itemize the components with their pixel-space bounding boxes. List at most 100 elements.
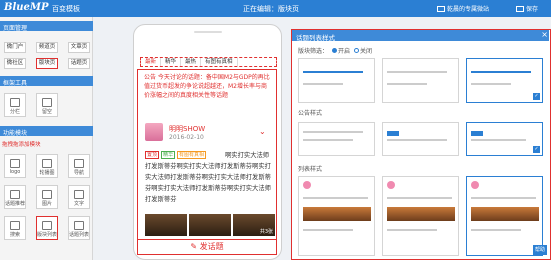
app-title: 百变模板	[52, 5, 80, 13]
save-button[interactable]: 保存	[516, 4, 538, 13]
radio-on-icon	[332, 48, 338, 53]
help-button[interactable]: 帮助	[533, 245, 547, 255]
tool-blank[interactable]: 留空	[36, 93, 58, 117]
list-style-card-3[interactable]	[466, 176, 543, 256]
card-line	[303, 83, 343, 85]
page-btn-channel[interactable]: 频道页	[36, 42, 58, 53]
tab-style-card-3[interactable]: ✓	[466, 58, 543, 103]
search-icon	[10, 221, 20, 230]
tool-blank-label: 留空	[41, 109, 52, 115]
page-mgmt-title: 页面管理	[0, 21, 93, 32]
tab-style-card-1[interactable]	[298, 58, 375, 103]
tool-columns-label: 分栏	[9, 109, 20, 115]
tab-featured[interactable]: 精华	[161, 58, 182, 66]
page-btn-board[interactable]: 版块页	[36, 58, 58, 69]
publish-topic-button[interactable]: ✎ 发话题	[137, 239, 277, 252]
card-line	[387, 71, 447, 73]
card-thumb	[387, 207, 455, 221]
top-bar: BlueMP 百变模板 正在编辑：版块页 乾晨的专属微站 保存	[0, 0, 551, 17]
card-avatar	[387, 181, 395, 189]
module-image[interactable]: 图片	[36, 185, 58, 209]
nav-icon	[74, 159, 84, 168]
tab-hottest[interactable]: 最热	[181, 58, 202, 66]
module-nav[interactable]: 导航	[68, 154, 90, 178]
modules-hint: 拖拽拖添加模块	[2, 142, 41, 148]
module-search-label: 搜索	[9, 232, 20, 238]
topic-rec-icon	[10, 190, 20, 199]
card-thumb	[303, 207, 371, 221]
card-line	[387, 83, 427, 85]
post-image[interactable]: 共3张	[233, 214, 275, 236]
announcement-style-label: 公告样式	[298, 110, 323, 117]
list-style-label: 列表样式	[298, 166, 323, 173]
module-logo[interactable]: logo	[4, 154, 26, 178]
board-filter-row: 版块筛选： 开启 关闭	[298, 46, 372, 55]
module-text[interactable]: 文字	[68, 185, 90, 209]
pen-icon: ✎	[190, 242, 198, 251]
card-badge	[471, 131, 483, 136]
post-image[interactable]	[189, 214, 231, 236]
blank-icon	[42, 98, 52, 107]
post-date: 2016-02-10	[169, 134, 204, 141]
page-btn-community[interactable]: 微社区	[4, 58, 26, 69]
my-site-link[interactable]: 乾晨的专属微站	[437, 4, 489, 13]
card-line	[471, 71, 531, 73]
post-image[interactable]	[145, 214, 187, 236]
post-author: 明明SHOW	[169, 125, 206, 133]
image-count: 共3张	[259, 229, 273, 235]
card-avatar	[303, 181, 311, 189]
topic-list-icon	[74, 221, 84, 230]
module-nav-label: 导航	[73, 170, 84, 176]
module-topic-list[interactable]: 话题列表	[68, 216, 90, 240]
module-carousel[interactable]: 轮播图	[36, 154, 58, 178]
filter-off-option[interactable]: 关闭	[354, 46, 372, 55]
post-images: 共3张	[145, 214, 275, 236]
save-icon	[516, 5, 524, 12]
dialog-title: 话题列表样式	[292, 30, 549, 42]
avatar	[145, 123, 163, 141]
card-line	[303, 229, 353, 231]
my-site-label: 乾晨的专属微站	[447, 6, 490, 13]
board-list-icon	[42, 221, 52, 230]
page-btn-article[interactable]: 文章页	[68, 42, 90, 53]
style-dialog: 话题列表样式 × 版块筛选： 开启 关闭 ✓ 公告样式 ✓ 列表样式 帮助	[291, 29, 551, 260]
module-image-label: 图片	[41, 201, 52, 207]
check-icon: ✓	[533, 146, 540, 153]
card-badge	[387, 131, 399, 136]
page-btn-portal[interactable]: 微门户	[4, 42, 26, 53]
announce-style-card-1[interactable]	[298, 122, 375, 156]
check-icon: ✓	[533, 93, 540, 100]
announce-style-card-3[interactable]: ✓	[466, 122, 543, 156]
image-icon	[42, 190, 52, 199]
editing-status: 正在编辑：版块页	[243, 5, 299, 13]
module-carousel-label: 轮播图	[39, 170, 55, 176]
tab-latest[interactable]: 最新	[141, 58, 162, 66]
logo-icon	[10, 159, 20, 168]
card-line	[387, 197, 452, 199]
module-search[interactable]: 搜索	[4, 216, 26, 240]
list-style-card-2[interactable]	[382, 176, 459, 256]
card-line	[471, 229, 521, 231]
module-board-list[interactable]: 版块列表	[36, 216, 58, 240]
card-line	[387, 229, 437, 231]
tab-style-card-2[interactable]	[382, 58, 459, 103]
card-thumb	[471, 207, 539, 221]
chevron-down-icon[interactable]: ⌄	[259, 127, 266, 136]
close-icon[interactable]: ×	[541, 30, 548, 39]
card-line	[471, 197, 536, 199]
filter-on-option[interactable]: 开启	[332, 46, 350, 55]
app-logo: BlueMP	[4, 2, 49, 13]
tab-with-images[interactable]: 有图有真相	[201, 58, 238, 66]
card-line	[303, 197, 368, 199]
page-btn-topic[interactable]: 话题页	[68, 58, 90, 69]
tool-columns[interactable]: 分栏	[4, 93, 26, 117]
module-topic-rec[interactable]: 话题推荐	[4, 185, 26, 209]
save-label: 保存	[526, 6, 539, 13]
layout-tools-title: 框架工具	[0, 76, 93, 87]
list-style-card-1[interactable]	[298, 176, 375, 256]
module-topic-list-label: 话题列表	[69, 232, 90, 238]
text-icon	[74, 190, 84, 199]
carousel-icon	[42, 159, 52, 168]
module-board-list-label: 版块列表	[37, 232, 58, 238]
announce-style-card-2[interactable]	[382, 122, 459, 156]
